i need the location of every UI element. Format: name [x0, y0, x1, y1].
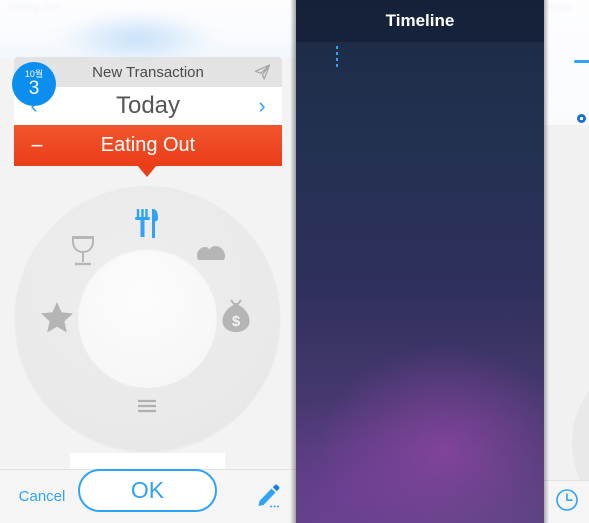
timeline-panel: Timeline ₩10,000,000 Income ₩15,000,000 … — [296, 0, 544, 523]
ok-button[interactable]: OK — [78, 469, 217, 512]
send-icon[interactable] — [251, 62, 273, 82]
timeline-header: Timeline — [296, 0, 544, 42]
ghost-title-text: Eating Out — [8, 2, 60, 13]
next-panel-ghost-title: Today — [547, 2, 572, 12]
wine-glass-icon[interactable] — [64, 232, 102, 270]
panel-shadow-right — [544, 0, 549, 523]
page-title: New Transaction — [92, 63, 204, 81]
next-panel-accent-line — [574, 60, 589, 63]
fork-knife-icon[interactable] — [126, 202, 168, 244]
menu-icon[interactable] — [131, 392, 163, 420]
ok-button-backdrop — [70, 453, 225, 469]
current-date-label[interactable]: Today — [44, 92, 252, 120]
expense-sign[interactable]: − — [26, 134, 48, 157]
next-panel-footer — [544, 480, 589, 523]
timeline-connector-line — [336, 46, 338, 68]
next-day-button[interactable]: › — [252, 95, 272, 117]
money-bag-icon[interactable]: $ — [215, 294, 257, 338]
panel-shadow-left — [290, 0, 296, 523]
category-banner[interactable]: − Eating Out — [14, 125, 282, 166]
next-panel-body — [544, 125, 589, 523]
clock-icon[interactable] — [555, 488, 579, 517]
next-panel-preview[interactable]: Today — [544, 0, 589, 523]
date-badge[interactable]: 10월 3 — [12, 62, 56, 106]
cancel-button[interactable]: Cancel — [0, 488, 84, 505]
bread-icon[interactable] — [192, 234, 232, 270]
panel-glow — [62, 14, 212, 62]
timeline-title: Timeline — [385, 11, 455, 30]
svg-text:$: $ — [232, 313, 241, 330]
star-icon[interactable] — [36, 297, 78, 337]
pencil-icon[interactable] — [254, 481, 282, 509]
blue-dot-icon[interactable] — [577, 110, 586, 123]
banner-pointer — [137, 165, 157, 177]
category-name-label: Eating Out — [100, 134, 196, 156]
next-panel-header: Today — [544, 0, 589, 125]
date-day-label: 3 — [28, 78, 40, 99]
